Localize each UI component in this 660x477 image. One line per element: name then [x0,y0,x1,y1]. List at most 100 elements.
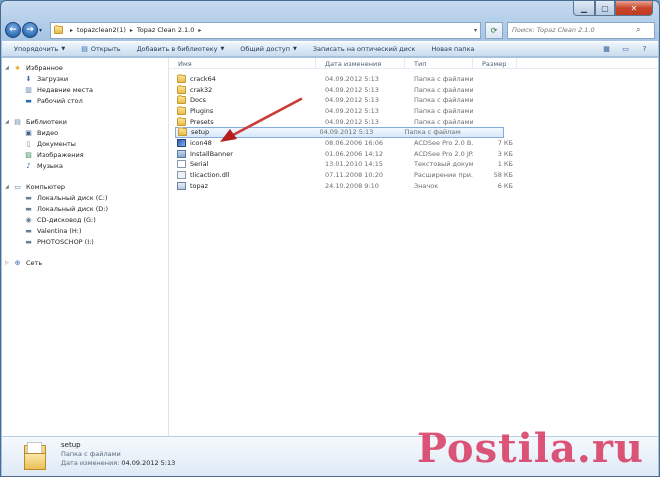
open-button[interactable]: ▤ Открыть [81,45,120,53]
expand-icon[interactable]: ◢ [5,119,11,125]
breadcrumb-separator: ▸ [198,26,202,34]
nav-video[interactable]: ▣ Видео [2,127,168,138]
file-date-cell: 04.09.2012 5:13 [319,128,374,137]
file-date-cell: 01.06.2006 14:12 [325,149,384,158]
computer-group: ◢ ▭ Компьютер ▬ Локальный диск (C:) ▬ Локаль… [2,181,168,247]
view-options-icon[interactable]: ▦ [599,43,614,55]
nav-drive-c[interactable]: ▬ Локальный диск (C:) [2,192,168,203]
address-bar[interactable]: ▸ topazclean2(1) ▸ Topaz Clean 2.1.0 ▸ ▾ [50,21,481,39]
file-type-cell: Папка с файлами [414,96,473,105]
breadcrumb-topazclean[interactable]: topazclean2(1) [77,26,126,34]
nav-pictures[interactable]: ▨ Изображения [2,149,168,160]
file-date-cell: 07.11.2008 10:20 [325,171,384,180]
breadcrumb-separator: ▸ [70,26,74,34]
nav-desktop[interactable]: ▬ Рабочий стол [2,95,168,106]
nav-drive-g[interactable]: ◉ CD-дисковод (G:) [2,214,168,225]
file-date-cell: 04.09.2012 5:13 [325,107,379,116]
file-row[interactable]: Presets 04.09.2012 5:13 Папка с файлами [175,116,658,127]
caption-buttons: ▁ ▢ ✕ [573,1,653,16]
address-dropdown[interactable]: ▾ [474,27,477,34]
folder-icon [177,106,186,116]
preview-pane-icon[interactable]: ▭ [618,43,633,55]
column-type[interactable]: Тип [405,58,473,69]
details-type: Папка с файлами [61,450,121,458]
file-size-cell: 1 КБ [497,160,513,169]
file-type-cell: Папка с файлами [414,85,473,94]
main-area: ◢ ★ Избранное ⬇ Загрузки ▥ Недавние места ▬ Р… [2,58,658,436]
close-button[interactable]: ✕ [615,1,653,16]
refresh-icon: ⟳ [490,25,498,35]
file-row[interactable]: crack64 04.09.2012 5:13 Папка с файлами [175,74,658,85]
chevron-down-icon: ▼ [220,46,225,52]
column-name[interactable]: Имя [169,58,316,69]
nav-documents[interactable]: ▯ Документы [2,138,168,149]
add-to-library-button[interactable]: Добавить в библиотеку ▼ [137,45,225,53]
nav-drive-i[interactable]: ▬ PHOTOSCHOP (I:) [2,236,168,247]
column-size[interactable]: Размер [473,58,517,69]
nav-drive-d[interactable]: ▬ Локальный диск (D:) [2,203,168,214]
folder-icon [177,84,186,94]
nav-favorites[interactable]: ◢ ★ Избранное [2,62,168,73]
file-type-cell: Текстовый докум... [414,160,473,169]
nav-downloads[interactable]: ⬇ Загрузки [2,73,168,84]
file-name-cell: Plugins [175,106,316,116]
folder-icon [177,74,186,84]
file-rows: crack64 04.09.2012 5:13 Папка с файлами cra… [175,74,658,191]
expand-icon[interactable]: ▷ [5,260,11,266]
file-row[interactable]: setup 04.09.2012 5:13 Папка с файлами [175,126,504,138]
nav-recent-places[interactable]: ▥ Недавние места [2,84,168,95]
file-row[interactable]: icon48 08.06.2006 16:06 ACDSee Pro 2.0 B..… [175,138,658,149]
file-type-cell: Папка с файлами [414,107,473,116]
search-box[interactable]: ⌕ [507,21,655,39]
file-date-cell: 04.09.2012 5:13 [325,96,379,105]
folder-icon [24,442,46,470]
expand-icon[interactable]: ◢ [5,65,11,71]
maximize-button[interactable]: ▢ [595,1,615,16]
file-row[interactable]: Plugins 04.09.2012 5:13 Папка с файлами [175,106,658,117]
folder-icon [54,25,63,34]
file-date-cell: 04.09.2012 5:13 [325,85,379,94]
command-bar: Упорядочить ▼ ▤ Открыть Добавить в библиот… [2,41,658,57]
file-name-cell: Docs [175,95,316,105]
file-row[interactable]: InstallBanner 01.06.2006 14:12 ACDSee Pro … [175,149,658,160]
file-row[interactable]: Docs 04.09.2012 5:13 Папка с файлами [175,95,658,106]
new-folder-button[interactable]: Новая папка [431,45,474,53]
minimize-button[interactable]: ▁ [573,1,595,16]
expand-icon[interactable]: ◢ [5,184,11,190]
nav-network[interactable]: ▷ ⊕ Сеть [2,257,168,268]
burn-button[interactable]: Записать на оптический диск [313,45,415,53]
search-icon: ⌕ [636,25,641,34]
file-name-cell: InstallBanner [175,149,316,158]
file-name-cell: Presets [175,116,316,126]
refresh-button[interactable]: ⟳ [485,21,503,39]
search-input[interactable] [512,26,636,34]
history-dropdown[interactable]: ▾ [39,27,47,34]
share-button[interactable]: Общий доступ ▼ [240,45,297,53]
star-icon: ★ [14,63,21,72]
chevron-down-icon: ▼ [61,46,66,52]
nav-music[interactable]: ♪ Музыка [2,160,168,171]
forward-button[interactable]: → [22,22,38,38]
folder-icon [177,95,186,105]
nav-drive-h[interactable]: ▬ Valentina (H:) [2,225,168,236]
file-name-cell: icon48 [175,139,316,148]
explorer-window: ▁ ▢ ✕ ← → ▾ ▸ topazclean2(1) ▸ Topaz Cle… [0,0,660,477]
column-date[interactable]: Дата изменения [316,58,405,69]
file-date-cell: 13.01.2010 14:15 [325,160,384,169]
nav-libraries[interactable]: ◢ ▤ Библиотеки [2,116,168,127]
downloads-icon: ⬇ [25,74,32,83]
file-row[interactable]: Serial 13.01.2010 14:15 Текстовый докум...… [175,159,658,170]
back-button[interactable]: ← [5,22,21,38]
breadcrumb-topaz-clean[interactable]: Topaz Clean 2.1.0 [137,26,194,34]
details-pane: setup Папка с файлами Дата изменения: 04… [2,425,658,476]
file-row[interactable]: topaz 24.10.2008 9:10 Значок 6 КБ [175,180,658,191]
file-row[interactable]: crak32 04.09.2012 5:13 Папка с файлами [175,84,658,96]
nav-computer[interactable]: ◢ ▭ Компьютер [2,181,168,192]
chevron-down-icon: ▼ [293,46,297,52]
details-modified: Дата изменения: 04.09.2012 5:13 [61,459,176,467]
help-icon[interactable]: ? [637,43,652,55]
usb-drive-icon: ▬ [25,237,32,246]
organize-button[interactable]: Упорядочить ▼ [14,45,65,53]
file-row[interactable]: tlicaction.dll 07.11.2008 10:20 Расширение… [175,170,658,181]
details-name: setup [61,441,81,449]
